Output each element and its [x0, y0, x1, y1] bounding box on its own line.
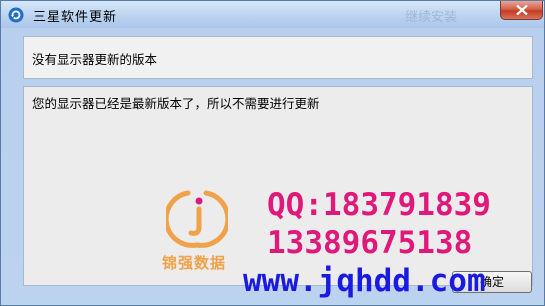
watermark-logo-icon	[166, 190, 228, 248]
title-ghost-text: 继续安装	[405, 10, 458, 25]
refresh-icon	[8, 7, 24, 23]
dialog-message: 您的显示器已经是最新版本了，所以不需要进行更新	[32, 96, 320, 111]
watermark-qq: QQ:183791839	[267, 187, 491, 223]
close-icon	[516, 5, 528, 15]
watermark-url: www.jqhdd.com	[243, 263, 486, 299]
dialog-heading: 没有显示器更新的版本	[32, 52, 158, 67]
watermark-logo-text: 锦强数据	[162, 254, 227, 272]
close-button[interactable]	[500, 1, 543, 20]
window-title: 三星软件更新	[33, 10, 118, 25]
heading-panel: 没有显示器更新的版本	[23, 36, 533, 79]
title-bar[interactable]: 三星软件更新 继续安装	[1, 1, 544, 28]
watermark-phone: 13389675138	[267, 225, 473, 261]
dialog-window: 三星软件更新 继续安装 没有显示器更新的版本 您的显示器已经是最新版本了，所以不…	[0, 0, 545, 306]
